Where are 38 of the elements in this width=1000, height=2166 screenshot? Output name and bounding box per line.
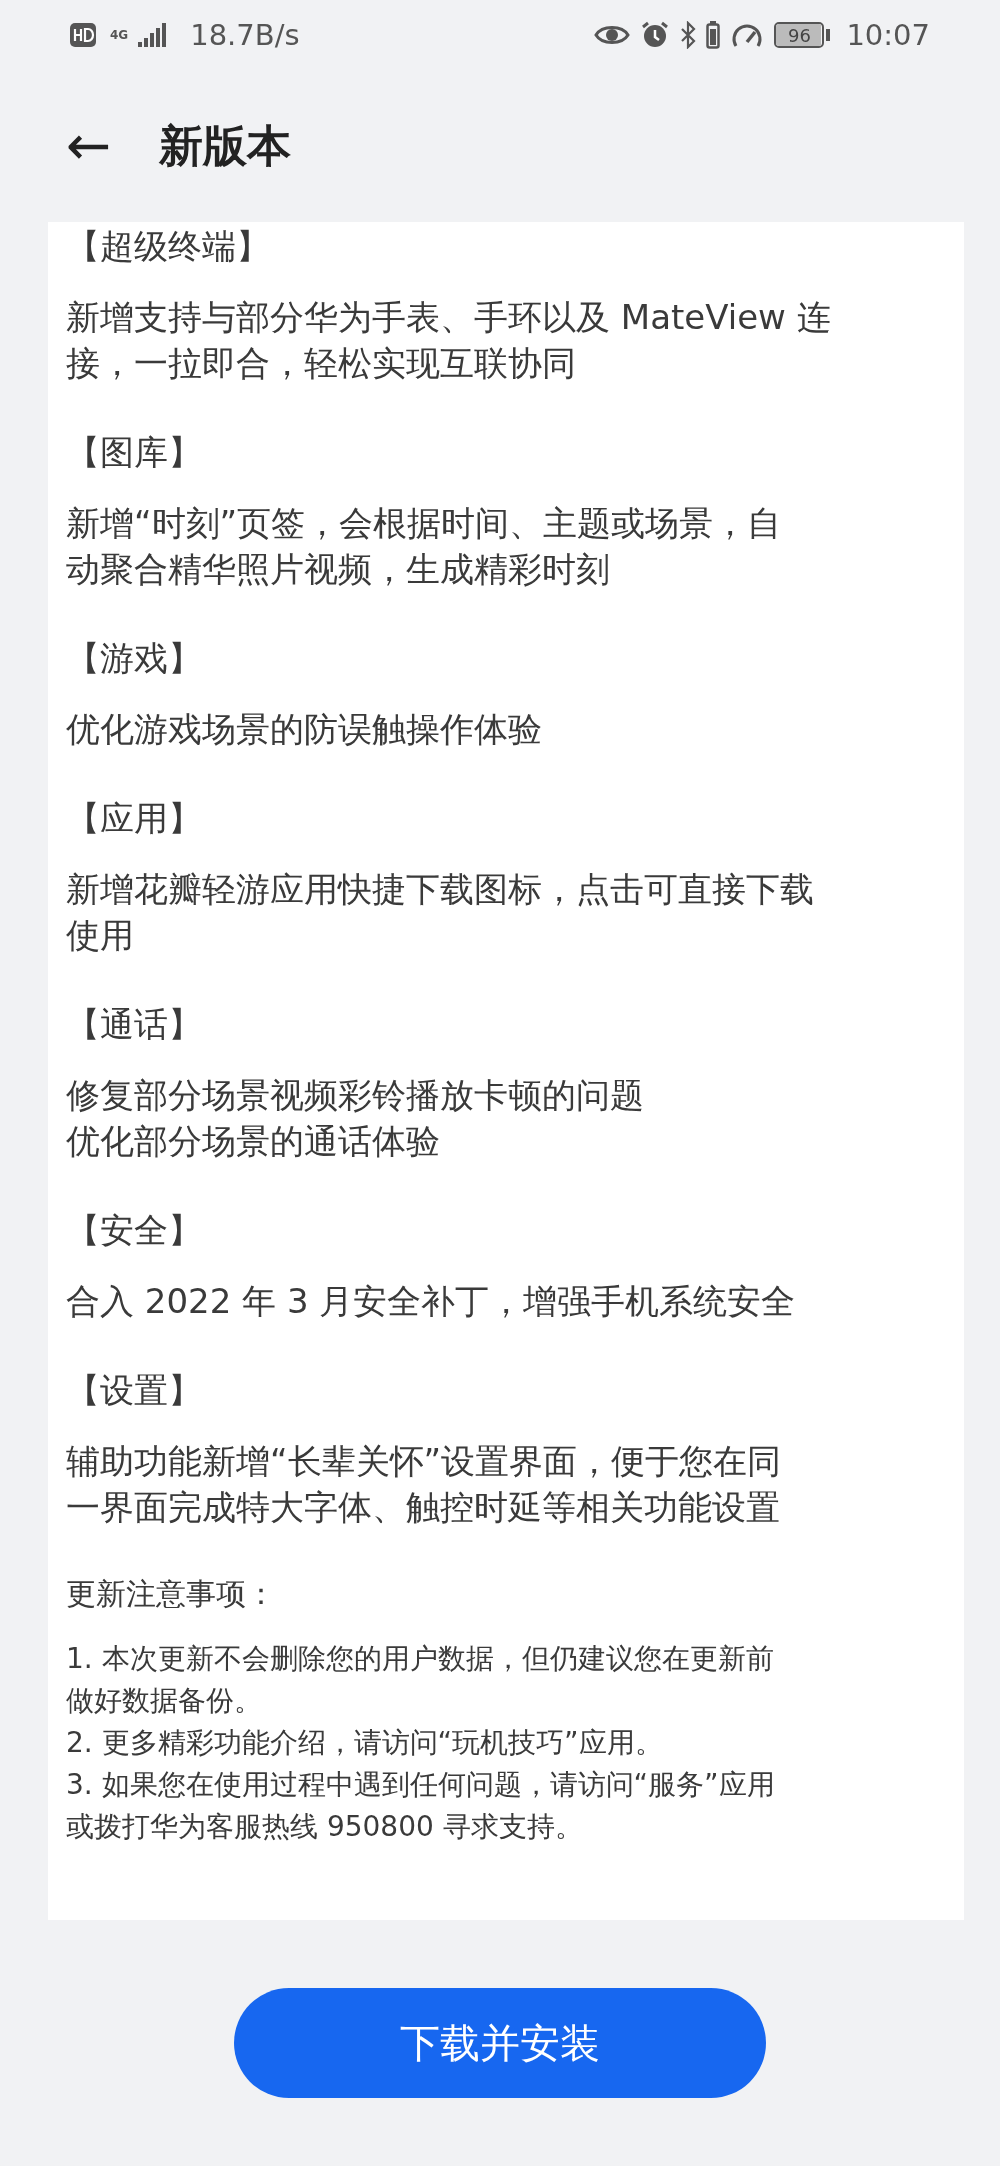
section-heading: 【通话】 (66, 1003, 203, 1046)
note-line: 3. 如果您在使用过程中遇到任何问题，请访问“服务”应用 (66, 1767, 776, 1803)
note-line: 动聚合精华照片视频，生成精彩时刻 (66, 548, 611, 591)
battery-icon (706, 21, 721, 49)
back-button[interactable]: ← (66, 119, 112, 173)
section-heading: 【图库】 (66, 431, 203, 474)
section-heading: 【设置】 (66, 1369, 203, 1412)
note-line: 优化部分场景的通话体验 (66, 1120, 441, 1163)
network-type: 4G (110, 28, 129, 42)
note-line: 2. 更多精彩功能介绍，请访问“玩机技巧”应用。 (66, 1725, 664, 1761)
section-heading: 【游戏】 (66, 637, 203, 680)
alarm-icon (640, 20, 671, 50)
battery-indicator: 96 (774, 22, 825, 48)
page-title: 新版本 (159, 118, 292, 173)
eye-icon (594, 23, 631, 47)
clock: 10:07 (846, 18, 930, 52)
download-install-button[interactable]: 下载并安装 (234, 1988, 766, 2098)
note-line: 或拨打华为客服热线 950800 寻求支持。 (66, 1809, 584, 1845)
note-line: 接，一拉即合，轻松实现互联协同 (66, 342, 577, 385)
section-heading: 【超级终端】 (66, 225, 271, 268)
note-line: 做好数据备份。 (66, 1683, 263, 1719)
note-line: 修复部分场景视频彩铃播放卡顿的问题 (66, 1074, 645, 1117)
note-line: 新增“时刻”页签，会根据时间、主题或场景，自 (66, 502, 783, 545)
note-line: 新增支持与部分华为手表、手环以及 MateView 连 (66, 296, 832, 339)
section-heading: 【应用】 (66, 797, 203, 840)
section-heading: 【安全】 (66, 1209, 203, 1252)
note-line: 合入 2022 年 3 月安全补丁，增强手机系统安全 (66, 1280, 797, 1323)
notes-title: 更新注意事项： (66, 1575, 277, 1613)
note-line: 使用 (66, 914, 135, 957)
note-line: 一界面完成特大字体、触控时延等相关功能设置 (66, 1486, 781, 1529)
network-speed: 18.7B/s (190, 18, 300, 52)
note-line: 1. 本次更新不会删除您的用户数据，但仍建议您在更新前 (66, 1641, 775, 1677)
bluetooth-icon (680, 21, 697, 49)
note-line: 新增花瓣轻游应用快捷下载图标，点击可直接下载 (66, 868, 815, 911)
signal-icon (136, 22, 167, 48)
note-line: 辅助功能新增“长辈关怀”设置界面，便于您在同 (66, 1440, 783, 1483)
note-line: 优化游戏场景的防误触操作体验 (66, 708, 543, 751)
hd-icon (70, 23, 96, 47)
